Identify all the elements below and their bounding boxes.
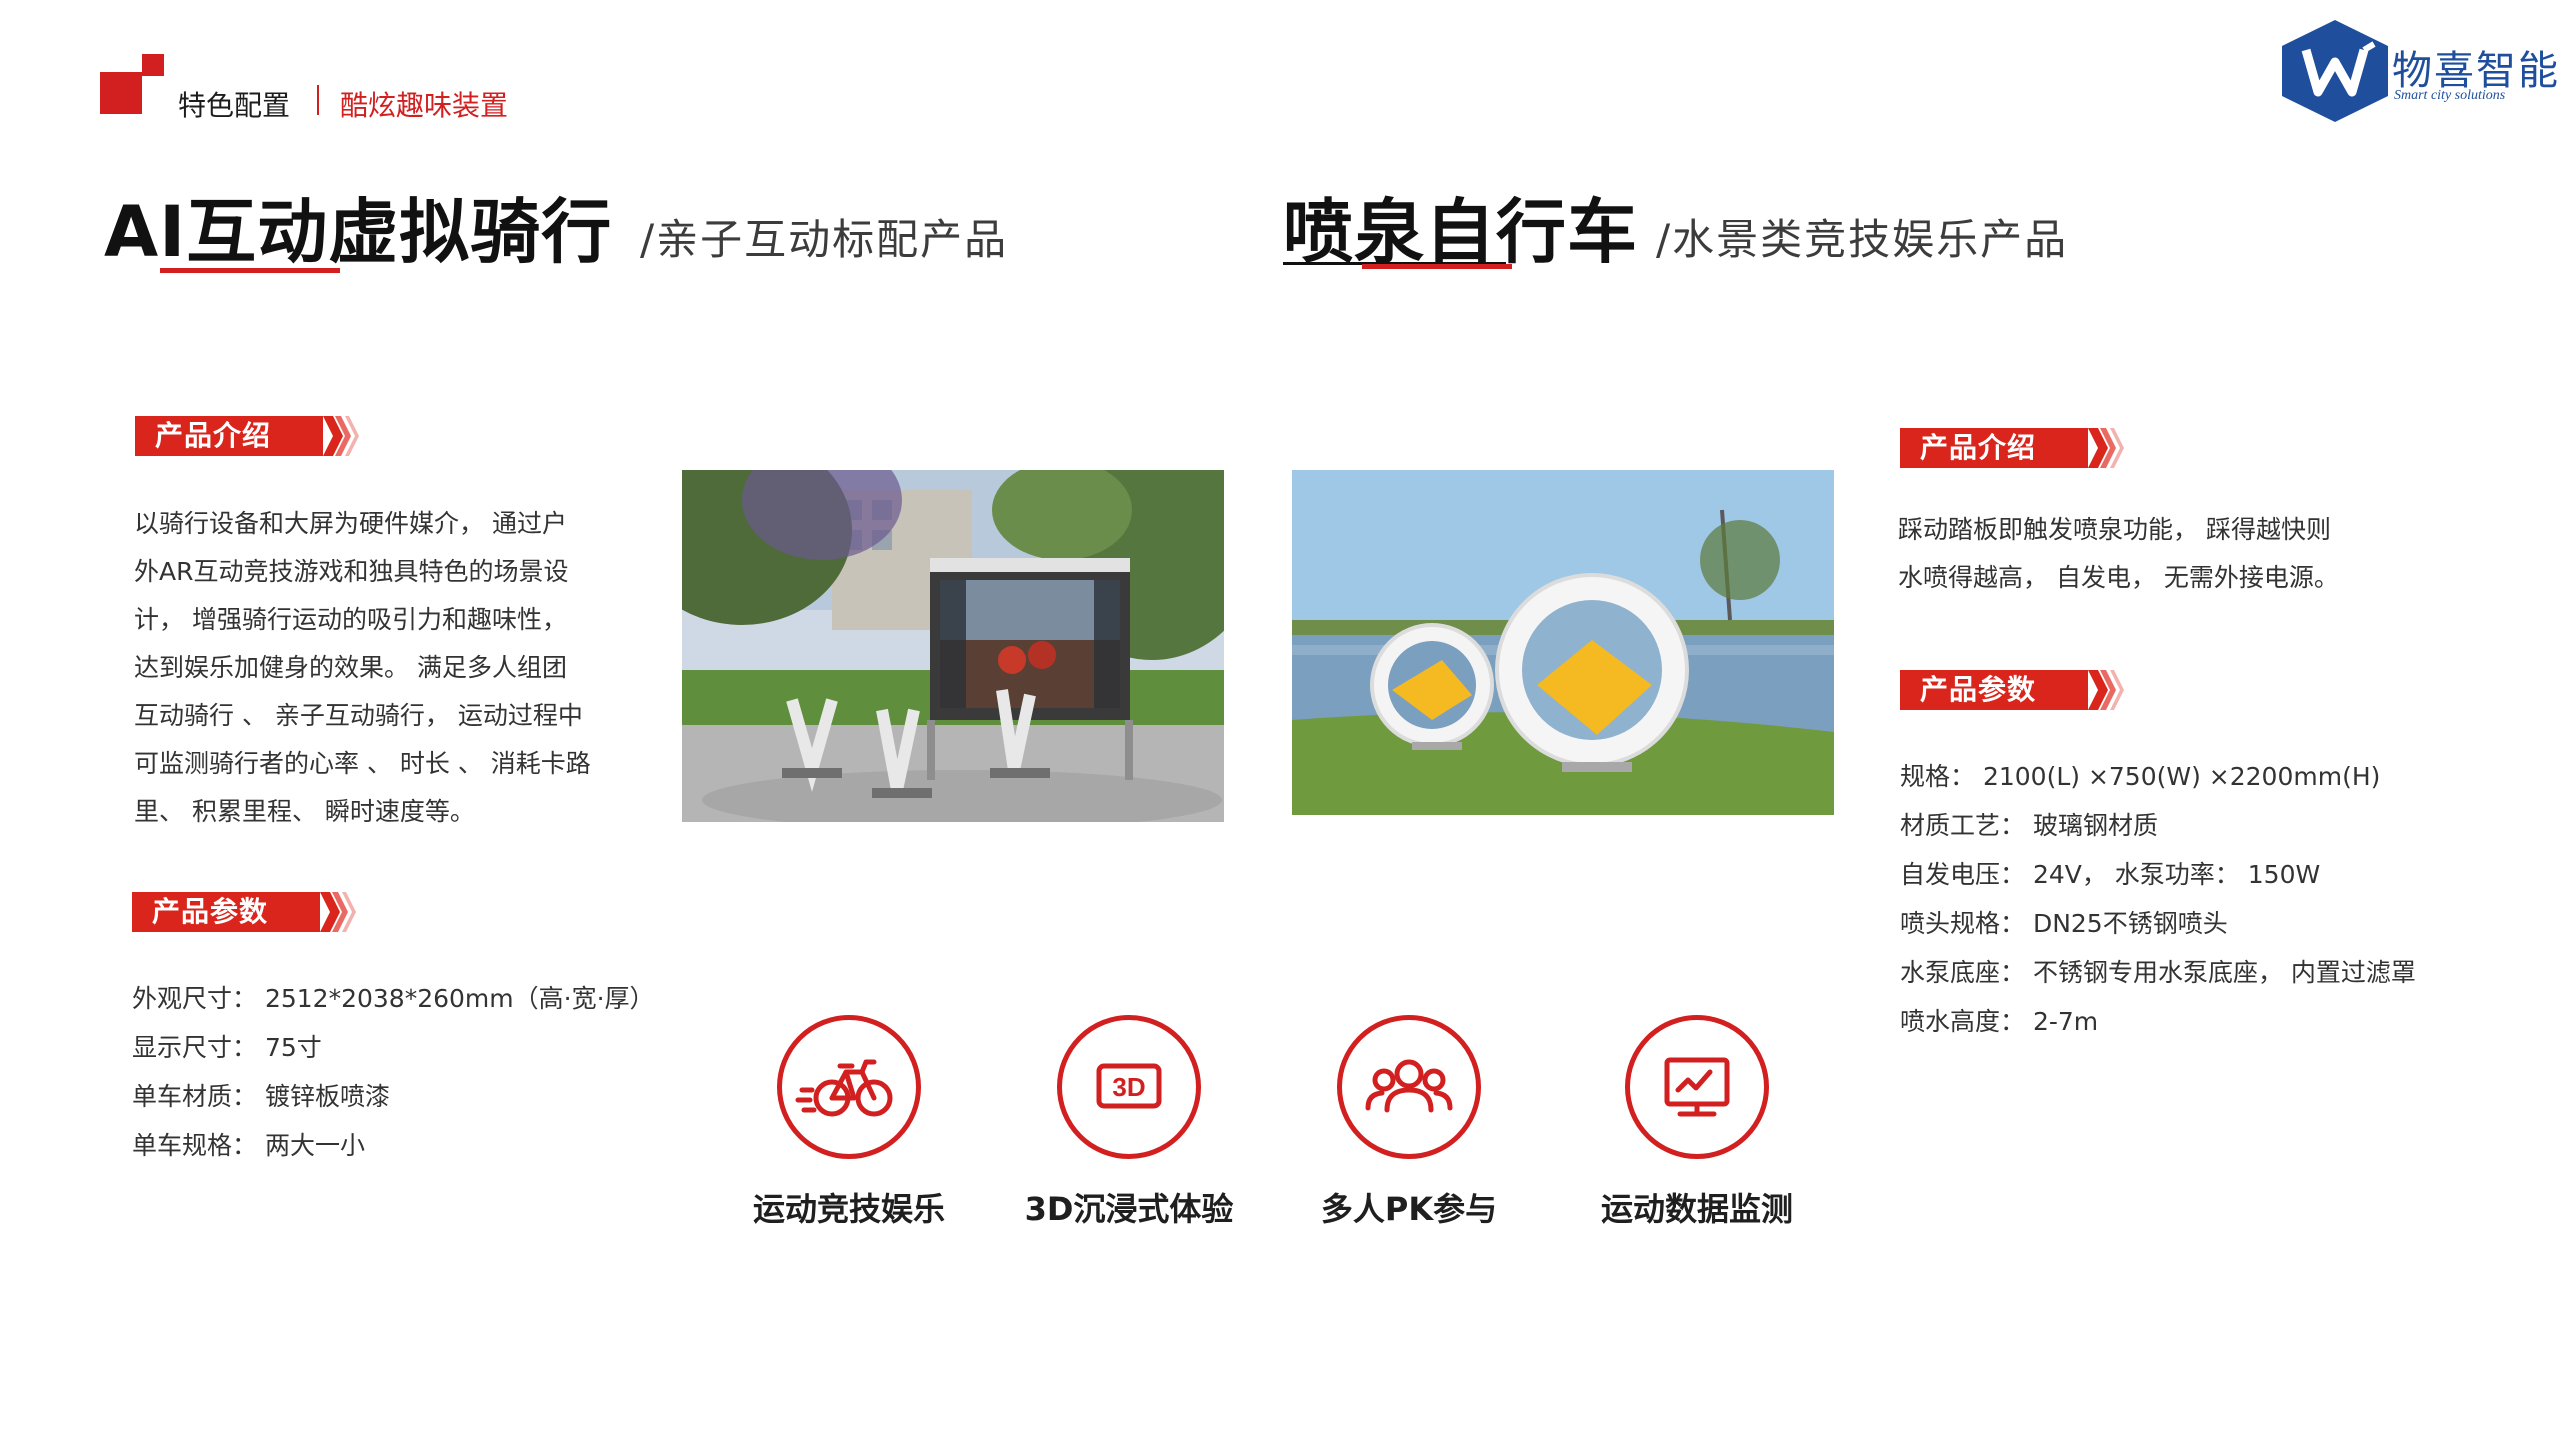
header-subtitle: 酷炫趣味装置 xyxy=(340,89,509,122)
intro-line: 以骑行设备和大屏为硬件媒介， 通过户 xyxy=(134,509,567,538)
feature-circle-3d: 3D xyxy=(1057,1015,1201,1159)
right-intro-badge-label: 产品介绍 xyxy=(1900,428,2088,468)
param-row: 水泵底座： 不锈钢专用水泵底座， 内置过滤罩 xyxy=(1900,958,2416,987)
header-divider xyxy=(317,85,319,115)
right-params-badge: 产品参数 xyxy=(1900,670,2140,710)
param-row: 显示尺寸： 75寸 xyxy=(132,1033,322,1062)
feature-circle-monitoring xyxy=(1625,1015,1769,1159)
logo-name-en: Smart city solutions xyxy=(2394,88,2506,103)
intro-line: 外AR互动竞技游戏和独具特色的场景设 xyxy=(134,557,569,586)
param-row: 喷水高度： 2-7m xyxy=(1900,1007,2099,1036)
chevrons-icon xyxy=(323,416,359,456)
left-params-badge: 产品参数 xyxy=(132,892,372,932)
feature-label: 3D沉浸式体验 xyxy=(1024,1190,1234,1228)
param-row: 喷头规格： DN25不锈钢喷头 xyxy=(1900,909,2228,938)
svg-text:3D: 3D xyxy=(1112,1072,1145,1102)
bicycle-icon xyxy=(795,1059,893,1117)
right-params-badge-label: 产品参数 xyxy=(1900,670,2088,710)
left-params-badge-label: 产品参数 xyxy=(132,892,320,932)
intro-line: 水喷得越高， 自发电， 无需外接电源。 xyxy=(1898,563,2339,592)
feature-circle-multiplayer xyxy=(1337,1015,1481,1159)
param-row: 规格： 2100(L) ×750(W) ×2200mm(H) xyxy=(1900,762,2381,791)
product-left-title-underline xyxy=(160,268,340,273)
chevrons-icon xyxy=(320,892,356,932)
product-right-title-underline xyxy=(1362,264,1512,269)
feature-label: 多人PK参与 xyxy=(1320,1190,1498,1228)
param-row: 单车规格： 两大一小 xyxy=(132,1131,365,1160)
header-deco-square-small xyxy=(142,54,164,76)
param-row: 自发电压： 24V， 水泵功率： 150W xyxy=(1900,860,2321,889)
left-intro-badge: 产品介绍 xyxy=(135,416,375,456)
left-intro-text: 以骑行设备和大屏为硬件媒介， 通过户 外AR互动竞技游戏和独具特色的场景设 计，… xyxy=(134,500,674,836)
param-row: 材质工艺： 玻璃钢材质 xyxy=(1900,811,2158,840)
intro-line: 可监测骑行者的心率 、 时长 、 消耗卡路 xyxy=(134,749,591,778)
virtual-cycling-photo xyxy=(682,470,1224,822)
param-row: 外观尺寸： 2512*2038*260mm（高·宽·厚） xyxy=(132,984,655,1013)
product-left-title: AI互动虚拟骑行 xyxy=(104,191,613,273)
product-left-subtitle: /亲子互动标配产品 xyxy=(640,215,1009,264)
left-intro-badge-label: 产品介绍 xyxy=(135,416,323,456)
monitor-chart-icon xyxy=(1664,1057,1730,1117)
param-row: 单车材质： 镀锌板喷漆 xyxy=(132,1082,390,1111)
logo-hexagon-icon xyxy=(2282,20,2388,122)
intro-line: 计， 增强骑行运动的吸引力和趣味性， xyxy=(134,605,567,634)
right-intro-text: 踩动踏板即触发喷泉功能， 踩得越快则 水喷得越高， 自发电， 无需外接电源。 xyxy=(1898,506,2458,602)
product-right-subtitle: /水景类竞技娱乐产品 xyxy=(1656,215,2069,264)
right-params-list: 规格： 2100(L) ×750(W) ×2200mm(H) 材质工艺： 玻璃钢… xyxy=(1900,752,2416,1046)
header-section-title: 特色配置 xyxy=(178,89,291,122)
feature-label: 运动数据监测 xyxy=(1600,1190,1793,1228)
3d-icon: 3D xyxy=(1096,1063,1162,1109)
left-params-list: 外观尺寸： 2512*2038*260mm（高·宽·厚） 显示尺寸： 75寸 单… xyxy=(132,974,655,1170)
intro-line: 互动骑行 、 亲子互动骑行， 运动过程中 xyxy=(134,701,583,730)
chevrons-icon xyxy=(2088,428,2124,468)
intro-line: 里、 积累里程、 瞬时速度等。 xyxy=(134,797,475,826)
group-icon xyxy=(1365,1059,1453,1113)
header-deco-square xyxy=(100,72,142,114)
feature-label: 运动竞技娱乐 xyxy=(752,1190,945,1228)
intro-line: 达到娱乐加健身的效果。 满足多人组团 xyxy=(134,653,567,682)
fountain-bike-photo xyxy=(1292,470,1834,815)
right-intro-badge: 产品介绍 xyxy=(1900,428,2140,468)
feature-circle-sports xyxy=(777,1015,921,1159)
chevrons-icon xyxy=(2088,670,2124,710)
intro-line: 踩动踏板即触发喷泉功能， 踩得越快则 xyxy=(1898,515,2331,544)
